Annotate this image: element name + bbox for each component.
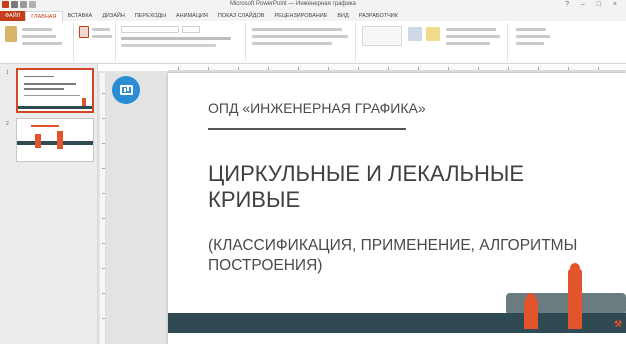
shapes-gallery[interactable] (362, 26, 402, 46)
footer-band (168, 313, 626, 333)
clipboard-group (2, 23, 74, 61)
slide-title[interactable]: ЦИРКУЛЬНЫЕ И ЛЕКАЛЬНЫЕ КРИВЫЕ (208, 161, 608, 213)
tab-slideshow[interactable]: ПОКАЗ СЛАЙДОВ (213, 13, 270, 19)
window-controls[interactable]: ? – □ × (565, 1, 622, 8)
slide-subtitle[interactable]: (КЛАССИФИКАЦИЯ, ПРИМЕНЕНИЕ, АЛГОРИТМЫ ПО… (208, 236, 618, 276)
quick-styles-icon[interactable] (426, 27, 440, 41)
chart-icon (119, 85, 133, 95)
font-group (118, 23, 246, 61)
new-slide-icon[interactable] (79, 26, 89, 38)
editing-group (510, 23, 580, 61)
horizontal-ruler (168, 65, 626, 71)
slide-thumbnails-panel: 1 2 (0, 64, 98, 344)
worker-figure-right (568, 269, 582, 329)
app-icon (2, 1, 9, 8)
tab-home[interactable]: ГЛАВНАЯ (25, 11, 63, 21)
drawing-group (358, 23, 508, 61)
tab-design[interactable]: ДИЗАЙН (97, 13, 130, 19)
paragraph-group (248, 23, 356, 61)
slide-thumbnail-2[interactable] (16, 118, 94, 162)
tab-transitions[interactable]: ПЕРЕХОДЫ (130, 13, 171, 19)
tab-developer[interactable]: РАЗРАБОТЧИК (354, 13, 403, 19)
presentation-icon[interactable] (112, 76, 140, 104)
title-bar: Microsoft PowerPoint — Инженерная график… (0, 0, 626, 11)
undo-icon[interactable] (20, 1, 27, 8)
font-name-select[interactable] (121, 26, 179, 33)
paste-icon[interactable] (5, 26, 17, 42)
heading-underline (208, 128, 406, 130)
redo-icon[interactable] (29, 1, 36, 8)
vertical-ruler (100, 73, 106, 344)
tab-file[interactable]: ФАЙЛ (0, 11, 26, 21)
tab-review[interactable]: РЕЦЕНЗИРОВАНИЕ (269, 13, 332, 19)
tab-view[interactable]: ВИД (332, 13, 353, 19)
tab-animations[interactable]: АНИМАЦИЯ (171, 13, 213, 19)
slide-number: 1 (6, 70, 9, 76)
tool-icon: ⚒ (614, 319, 623, 329)
course-heading[interactable]: ОПД «ИНЖЕНЕРНАЯ ГРАФИКА» (208, 100, 426, 116)
ribbon-tabs: ФАЙЛ ГЛАВНАЯ ВСТАВКА ДИЗАЙН ПЕРЕХОДЫ АНИ… (0, 11, 626, 21)
worker-figure-left (524, 299, 538, 329)
slide-number: 2 (6, 121, 9, 127)
tab-insert[interactable]: ВСТАВКА (63, 13, 98, 19)
arrange-icon[interactable] (408, 27, 422, 41)
quick-access-toolbar (2, 1, 36, 8)
slide-thumbnail-1[interactable] (16, 68, 94, 113)
save-icon[interactable] (11, 1, 18, 8)
font-size-select[interactable] (182, 26, 200, 33)
slide-canvas[interactable]: ОПД «ИНЖЕНЕРНАЯ ГРАФИКА» ЦИРКУЛЬНЫЕ И ЛЕ… (168, 73, 626, 344)
ribbon-toolbar (0, 21, 626, 64)
window-title: Microsoft PowerPoint — Инженерная график… (230, 1, 356, 7)
slides-group (76, 23, 116, 61)
